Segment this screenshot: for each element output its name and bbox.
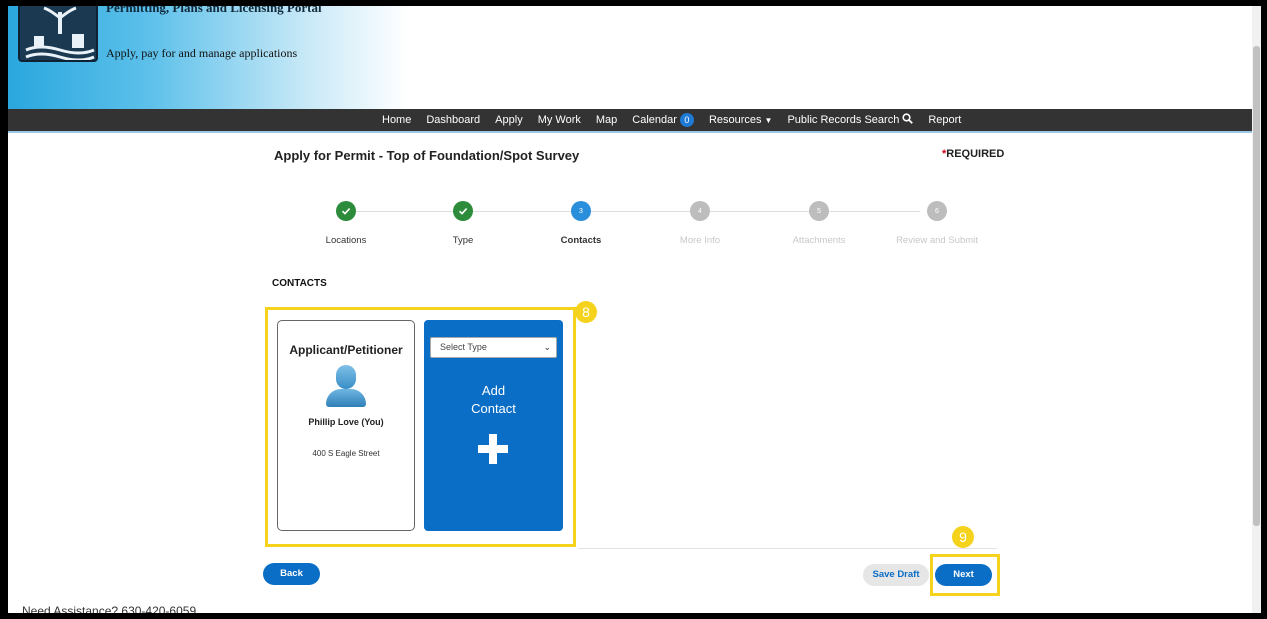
city-seal-logo[interactable] [18,6,98,62]
tutorial-step-badge: 9 [952,526,974,548]
caret-down-icon: ▼ [764,115,773,125]
portal-title: Permitting, Plans and Licensing Portal [106,6,322,15]
contact-name: Phillip Love (You) [308,417,384,427]
nav-report-label: Report [928,114,962,126]
nav-home-label: Home [382,114,412,126]
nav-calendar-label: Calendar [632,114,677,126]
plus-icon[interactable] [478,434,508,464]
step-number: 6 [927,201,947,221]
browser-viewport: Permitting, Plans and Licensing Portal A… [8,6,1261,613]
step-label: Locations [325,235,367,246]
assistance-phone: Need Assistance? 630-420-6059 [22,604,197,613]
step-label: Review and Submit [896,235,978,246]
back-button[interactable]: Back [263,563,320,585]
page-title: Apply for Permit - Top of Foundation/Spo… [274,148,580,163]
step-label: More Info [679,235,721,246]
nav-apply-label: Apply [495,114,523,126]
step-label: Contacts [560,235,602,246]
required-label: REQUIRED [946,148,1005,160]
nav-resources[interactable]: Resources ▼ [709,114,773,126]
step-label: Type [452,235,474,246]
nav-public-records-search[interactable]: Public Records Search [787,113,914,127]
tutorial-highlight-next [930,554,1000,596]
step-more-info: 4 More Info [645,196,755,246]
nav-dashboard[interactable]: Dashboard [426,114,480,126]
contact-type-select-value: Select Type [440,342,487,352]
contact-card-applicant[interactable]: Applicant/Petitioner Phillip Love (You) … [277,320,415,531]
main-navigation: Home Dashboard Apply My Work Map Calenda… [8,109,1252,133]
step-number: 3 [571,201,591,221]
page-scrollbar[interactable] [1252,6,1261,613]
nav-my-work[interactable]: My Work [538,114,581,126]
nav-home[interactable]: Home [382,114,411,126]
portal-subtitle: Apply, pay for and manage applications [106,46,298,60]
checkmark-icon [453,201,473,221]
nav-map[interactable]: Map [596,114,617,126]
step-attachments: 5 Attachments [764,196,874,246]
search-icon [902,113,914,127]
tutorial-step-badge: 8 [575,301,597,323]
nav-resources-label: Resources [708,114,762,126]
add-contact-card[interactable]: Select Type ⌄ Add Contact [424,320,563,531]
nav-my-work-label: My Work [537,114,581,126]
step-number: 4 [690,201,710,221]
nav-public-records-label: Public Records Search [787,114,900,126]
divider [578,548,997,549]
step-label: Attachments [792,235,846,246]
chevron-down-icon: ⌄ [543,342,551,352]
step-number: 5 [809,201,829,221]
checkmark-icon [336,201,356,221]
nav-dashboard-label: Dashboard [426,114,481,126]
avatar-icon [326,365,366,409]
contacts-heading: CONTACTS [272,278,327,289]
step-review-and-submit: 6 Review and Submit [882,196,992,246]
required-indicator: *REQUIRED [942,148,1004,160]
calendar-count-badge: 0 [679,113,694,127]
step-type[interactable]: Type [408,196,518,246]
scrollbar-thumb[interactable] [1253,46,1260,526]
contact-type-select[interactable]: Select Type ⌄ [430,337,557,358]
contact-type: Applicant/Petitioner [289,343,403,357]
step-contacts[interactable]: 3 Contacts [526,196,636,246]
nav-calendar[interactable]: Calendar 0 [632,113,694,127]
contact-address: 400 S Eagle Street [312,449,380,458]
add-contact-label: Add Contact [471,383,516,416]
save-draft-button[interactable]: Save Draft [863,564,929,586]
nav-map-label: Map [595,114,618,126]
nav-apply[interactable]: Apply [495,114,523,126]
progress-stepper: Locations Type 3 Contacts 4 More Info 5 … [273,196,993,256]
step-locations[interactable]: Locations [291,196,401,246]
nav-report[interactable]: Report [928,114,961,126]
portal-header: Permitting, Plans and Licensing Portal A… [8,6,1252,109]
